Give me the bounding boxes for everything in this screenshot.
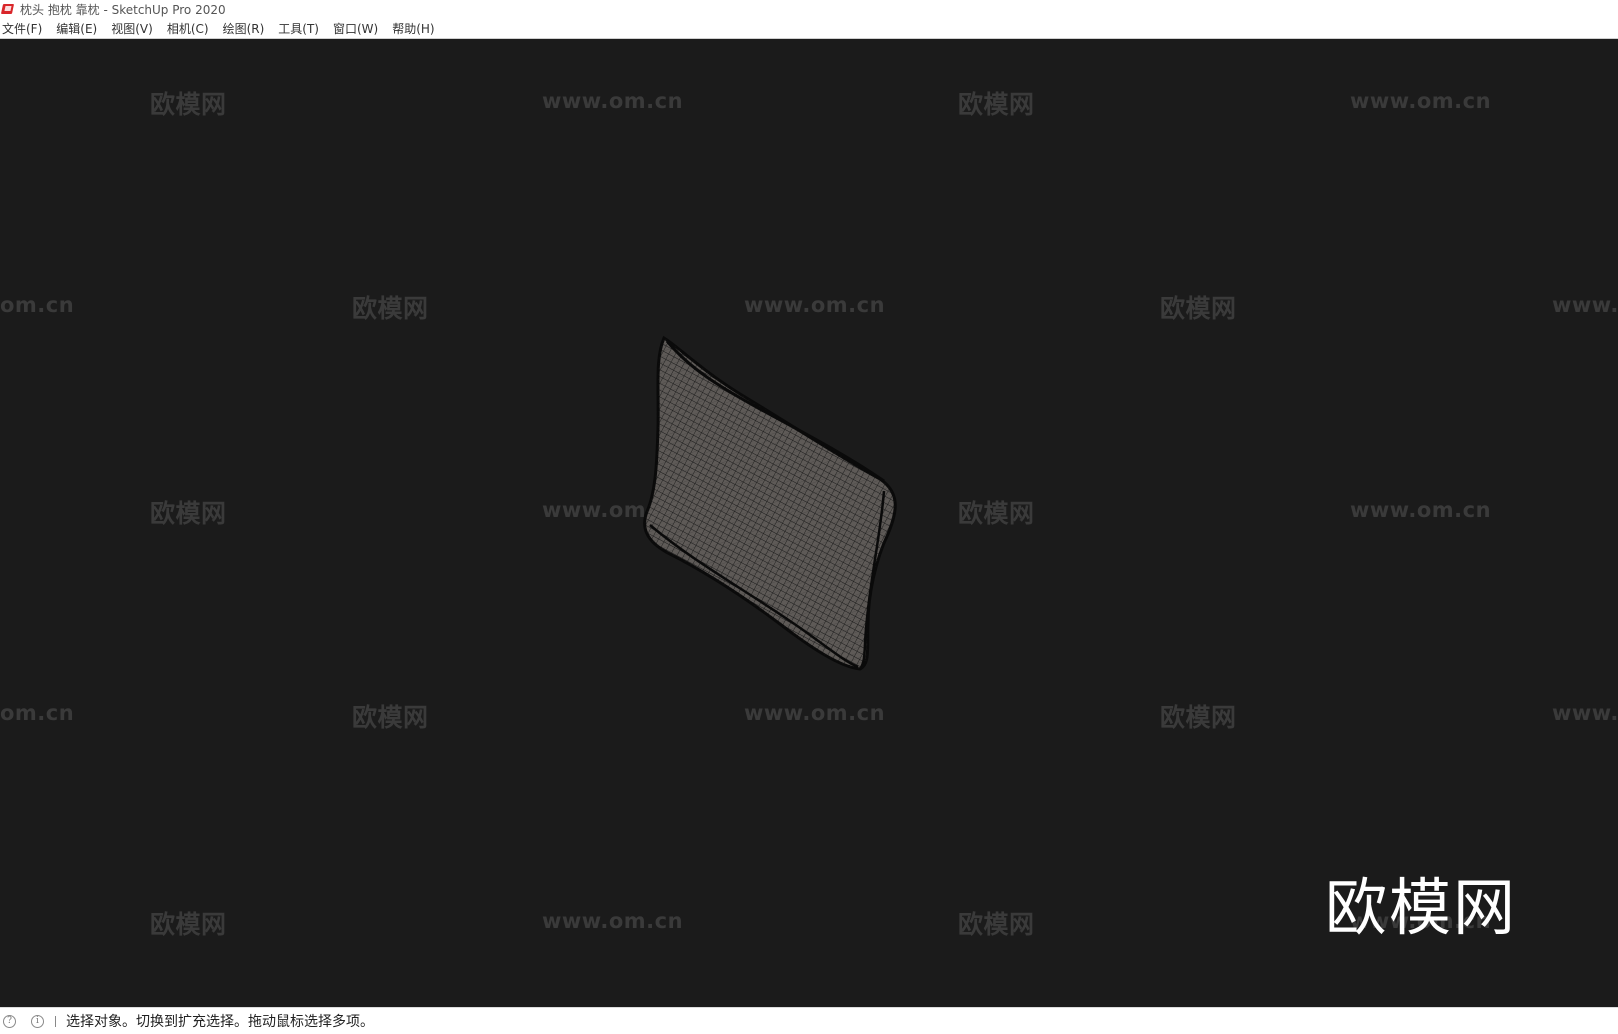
pillow-shading	[644, 338, 896, 669]
menu-draw[interactable]: 绘图(R)	[221, 20, 272, 37]
menu-camera[interactable]: 相机(C)	[165, 20, 216, 37]
menu-help[interactable]: 帮助(H)	[390, 20, 441, 37]
menu-file[interactable]: 文件(F)	[0, 20, 49, 37]
sketchup-icon[interactable]	[0, 3, 15, 15]
menu-bar: 文件(F) 编辑(E) 视图(V) 相机(C) 绘图(R) 工具(T) 窗口(W…	[0, 18, 1618, 39]
info-icon[interactable]: i	[31, 1014, 44, 1028]
geo-location-icon[interactable]: ?	[3, 1014, 16, 1028]
status-bar: ? i 选择对象。切换到扩充选择。拖动鼠标选择多项。	[0, 1007, 1618, 1034]
menu-view[interactable]: 视图(V)	[109, 20, 160, 37]
3d-viewport[interactable]: 欧模网 www.om.cn 欧模网 www.om.cn om.cn 欧模网 ww…	[0, 39, 1618, 1007]
brand-logo: 欧模网	[1325, 871, 1518, 944]
status-message: 选择对象。切换到扩充选择。拖动鼠标选择多项。	[66, 1014, 374, 1030]
window-title: 枕头 抱枕 靠枕 - SketchUp Pro 2020	[20, 2, 226, 17]
status-divider	[55, 1015, 56, 1027]
title-bar: 枕头 抱枕 靠枕 - SketchUp Pro 2020	[0, 0, 1618, 18]
menu-window[interactable]: 窗口(W)	[331, 20, 385, 37]
menu-tools[interactable]: 工具(T)	[276, 20, 326, 37]
menu-edit[interactable]: 编辑(E)	[54, 20, 104, 37]
